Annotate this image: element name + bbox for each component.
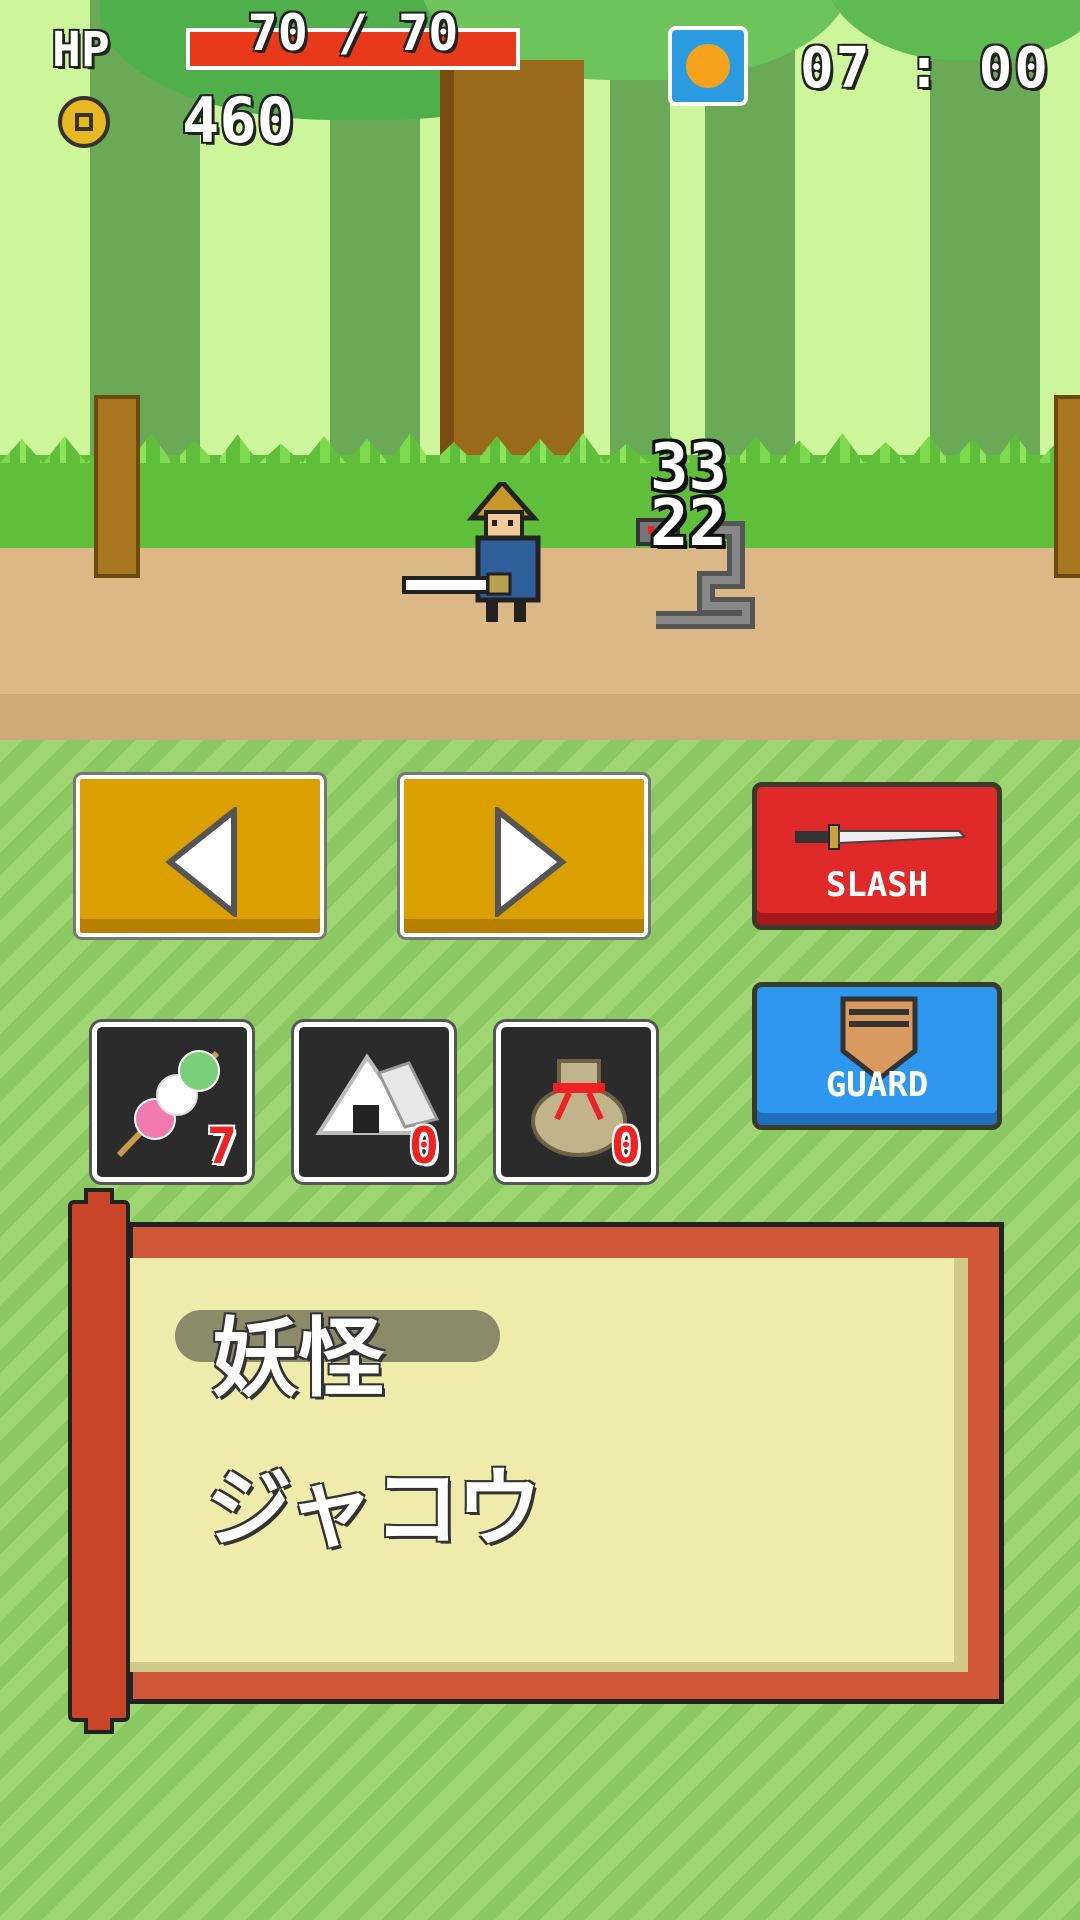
scroll-rod: [68, 1188, 130, 1734]
item-slot-onigiri[interactable]: 0: [294, 1022, 454, 1182]
slash-label: SLASH: [825, 865, 929, 905]
fence-post-left: [94, 395, 140, 578]
item-count: 0: [610, 1117, 641, 1175]
game-clock: 07 : 00: [800, 36, 1051, 101]
samurai-player-sprite: [402, 482, 541, 622]
arrow-left-icon: [165, 807, 237, 917]
coin-icon: [58, 96, 110, 148]
item-count: 7: [206, 1117, 237, 1175]
hp-value: 70 / 70: [247, 4, 459, 62]
arrow-right-icon: [495, 807, 567, 917]
guard-label: GUARD: [825, 1065, 929, 1105]
item-count: 0: [408, 1117, 439, 1175]
guard-button[interactable]: GUARD: [752, 982, 1002, 1130]
game-scene: 33 22: [0, 0, 1080, 740]
enemy-name: ジャコウ: [206, 1459, 543, 1559]
sun-icon: [668, 26, 748, 106]
move-right-button[interactable]: [400, 775, 648, 937]
enemy-category: 妖怪: [212, 1309, 384, 1409]
slash-button[interactable]: SLASH: [752, 782, 1002, 930]
damage-number-stack: 33 22: [650, 436, 728, 561]
katana-icon: [795, 824, 965, 850]
fence-post-right: [1054, 395, 1080, 578]
move-left-button[interactable]: [76, 775, 324, 937]
item-slot-dango[interactable]: 7: [92, 1022, 252, 1182]
hp-label: HP: [52, 22, 110, 78]
item-slot-pouch[interactable]: 0: [496, 1022, 656, 1182]
money-count: 460: [182, 84, 294, 157]
damage-number: 22: [650, 487, 728, 561]
